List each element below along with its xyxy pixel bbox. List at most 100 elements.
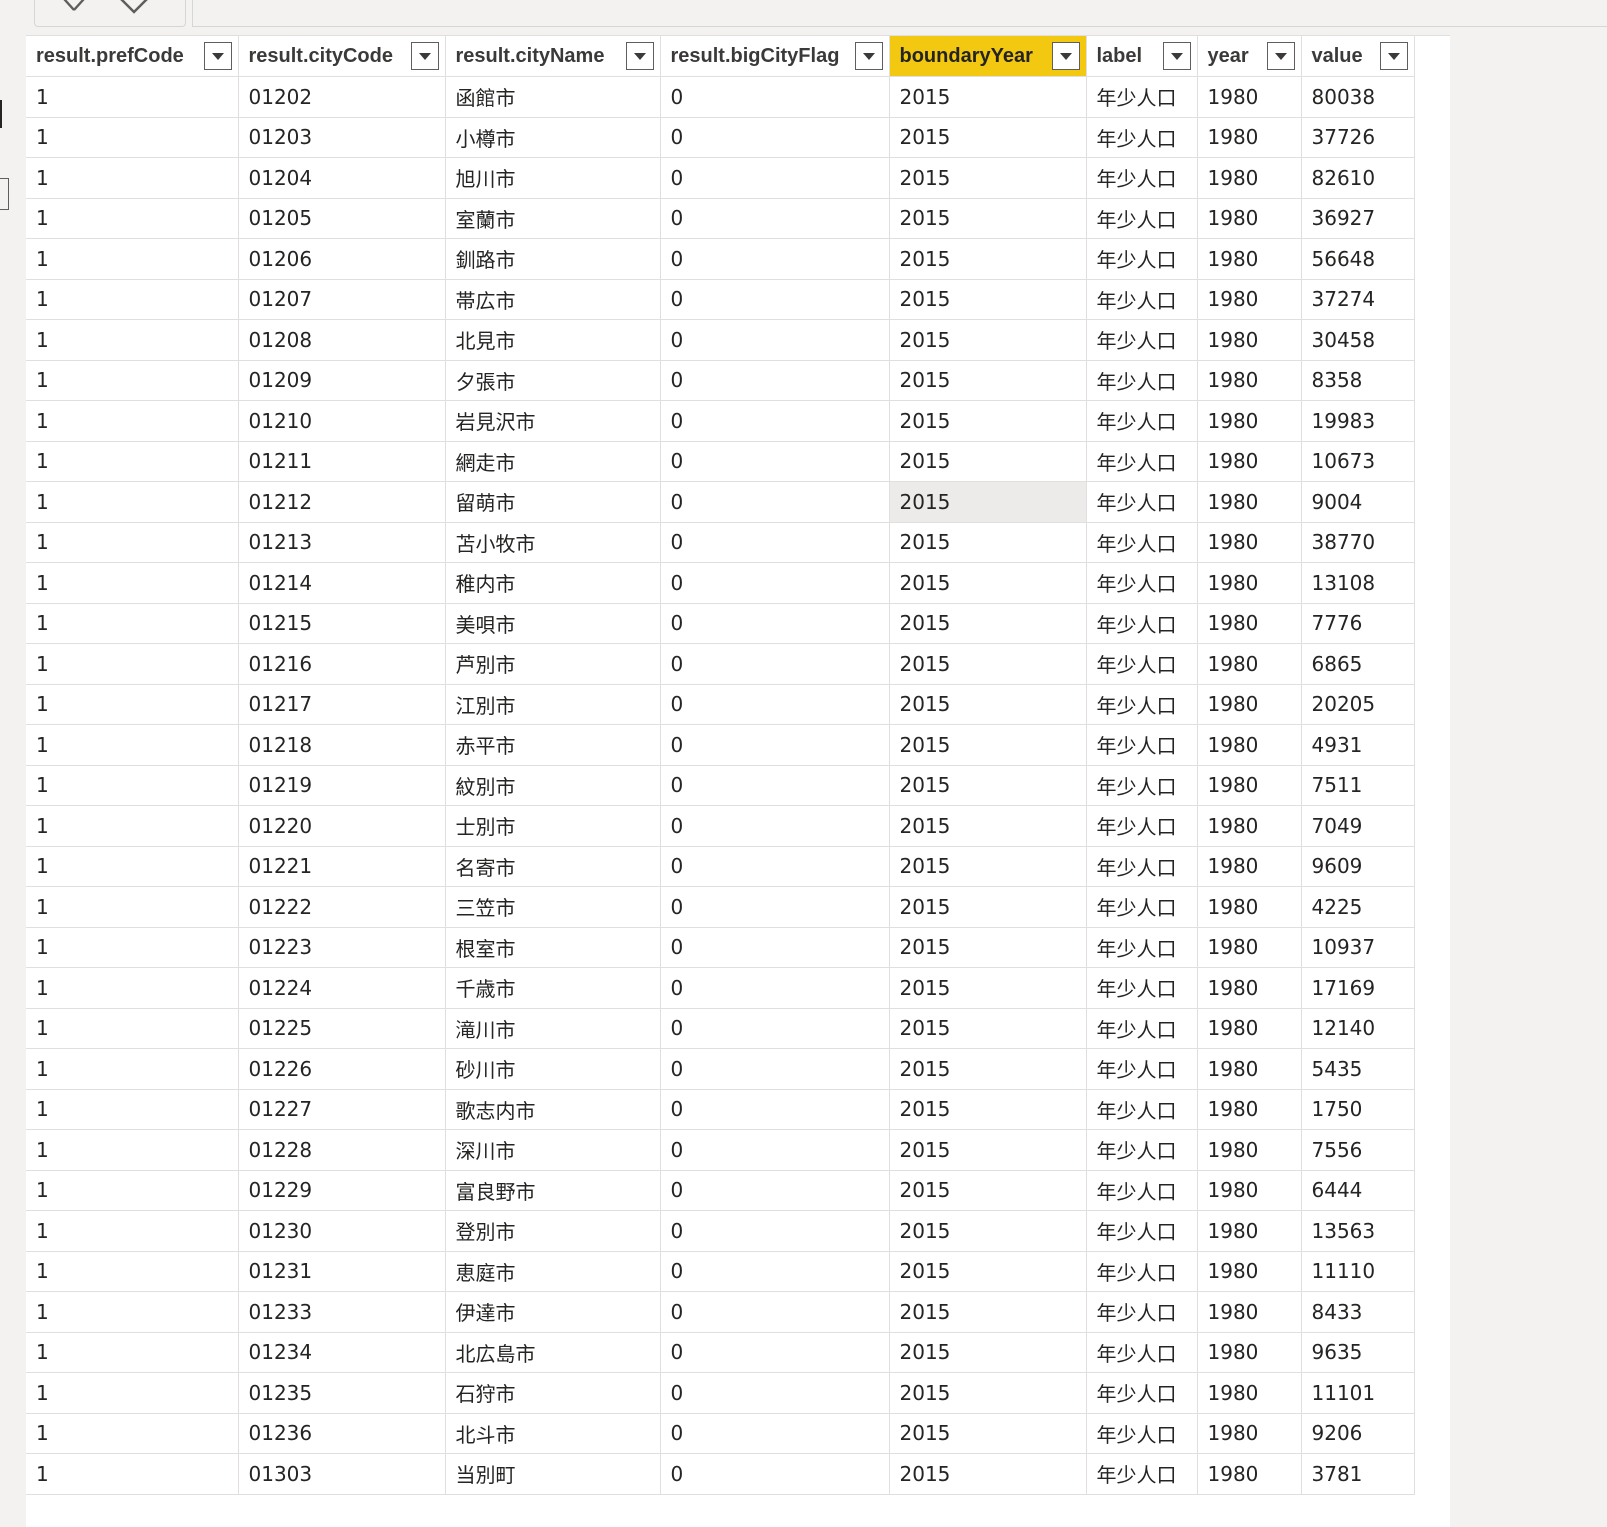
table-row[interactable]: 1 01228 深川市 0 2015 年少人口 1980 7556 [26, 1129, 1415, 1171]
table-cell[interactable]: 2015 [889, 441, 1087, 482]
table-cell[interactable]: 1 [26, 1170, 239, 1211]
table-cell[interactable]: 1 [26, 360, 239, 401]
table-cell[interactable]: 01303 [238, 1453, 446, 1495]
table-cell[interactable]: 深川市 [445, 1129, 661, 1171]
table-cell[interactable]: 1 [26, 319, 239, 361]
table-row[interactable]: 1 01231 恵庭市 0 2015 年少人口 1980 11110 [26, 1251, 1415, 1292]
table-cell[interactable]: 1980 [1197, 886, 1302, 928]
table-cell[interactable]: 1980 [1197, 1413, 1302, 1454]
table-cell[interactable]: 0 [660, 562, 890, 604]
table-cell[interactable]: 19983 [1301, 400, 1415, 442]
table-cell[interactable]: 0 [660, 724, 890, 766]
table-row[interactable]: 1 01210 岩見沢市 0 2015 年少人口 1980 19983 [26, 400, 1415, 442]
table-row[interactable]: 1 01229 富良野市 0 2015 年少人口 1980 6444 [26, 1170, 1415, 1211]
table-cell[interactable]: 1 [26, 967, 239, 1009]
table-cell[interactable]: 8433 [1301, 1291, 1415, 1333]
table-cell[interactable]: 2015 [889, 1008, 1087, 1049]
table-cell[interactable]: 年少人口 [1086, 157, 1198, 199]
table-cell[interactable]: 年少人口 [1086, 684, 1198, 725]
table-cell[interactable]: 2015 [889, 1089, 1087, 1130]
table-cell[interactable]: 1 [26, 76, 239, 118]
table-cell[interactable]: 0 [660, 1048, 890, 1090]
table-row[interactable]: 1 01220 士別市 0 2015 年少人口 1980 7049 [26, 805, 1415, 847]
table-cell[interactable]: 苫小牧市 [445, 522, 661, 563]
table-row[interactable]: 1 01207 帯広市 0 2015 年少人口 1980 37274 [26, 279, 1415, 320]
table-cell[interactable]: 2015 [889, 1170, 1087, 1211]
table-cell[interactable]: 1980 [1197, 76, 1302, 118]
table-cell[interactable]: 1980 [1197, 1251, 1302, 1292]
table-cell[interactable]: 名寄市 [445, 846, 661, 887]
table-cell[interactable]: 1980 [1197, 1129, 1302, 1171]
table-cell[interactable]: 年少人口 [1086, 724, 1198, 766]
table-cell[interactable]: 1980 [1197, 117, 1302, 158]
table-cell[interactable]: 7511 [1301, 765, 1415, 806]
table-cell[interactable]: 1 [26, 562, 239, 604]
table-cell[interactable]: 砂川市 [445, 1048, 661, 1090]
table-cell[interactable]: 01205 [238, 198, 446, 239]
table-cell[interactable]: 1980 [1197, 846, 1302, 887]
table-row[interactable]: 1 01227 歌志内市 0 2015 年少人口 1980 1750 [26, 1089, 1415, 1130]
table-cell[interactable]: 01230 [238, 1210, 446, 1252]
table-cell[interactable]: 0 [660, 967, 890, 1009]
table-cell[interactable]: 1 [26, 238, 239, 280]
table-cell[interactable]: 1 [26, 1251, 239, 1292]
table-cell[interactable]: 0 [660, 1089, 890, 1130]
table-cell[interactable]: 1980 [1197, 1089, 1302, 1130]
table-cell[interactable]: 2015 [889, 1453, 1087, 1495]
table-cell[interactable]: 士別市 [445, 805, 661, 847]
table-cell[interactable]: 01206 [238, 238, 446, 280]
table-cell[interactable]: 1 [26, 1332, 239, 1373]
table-cell[interactable]: 1 [26, 684, 239, 725]
table-cell[interactable]: 01207 [238, 279, 446, 320]
filter-dropdown-icon[interactable] [1379, 42, 1408, 70]
table-row[interactable]: 1 01209 夕張市 0 2015 年少人口 1980 8358 [26, 360, 1415, 401]
table-cell[interactable]: 1 [26, 1008, 239, 1049]
table-cell[interactable]: 37726 [1301, 117, 1415, 158]
table-cell[interactable]: 年少人口 [1086, 886, 1198, 928]
table-cell[interactable]: 13563 [1301, 1210, 1415, 1252]
column-header[interactable]: result.cityName [445, 36, 661, 77]
table-cell[interactable]: 01209 [238, 360, 446, 401]
table-cell[interactable]: 3781 [1301, 1453, 1415, 1495]
table-cell[interactable]: 01218 [238, 724, 446, 766]
table-cell[interactable]: 01203 [238, 117, 446, 158]
table-cell[interactable]: 網走市 [445, 441, 661, 482]
table-cell[interactable]: 0 [660, 319, 890, 361]
table-cell[interactable]: 01224 [238, 967, 446, 1009]
table-cell[interactable]: 函館市 [445, 76, 661, 118]
table-cell[interactable]: 2015 [889, 76, 1087, 118]
table-cell[interactable]: 01231 [238, 1251, 446, 1292]
table-cell[interactable]: 1980 [1197, 603, 1302, 644]
table-cell[interactable]: 2015 [889, 684, 1087, 725]
table-cell[interactable]: 9206 [1301, 1413, 1415, 1454]
table-row[interactable]: 1 01303 当別町 0 2015 年少人口 1980 3781 [26, 1453, 1415, 1495]
table-row[interactable]: 1 01202 函館市 0 2015 年少人口 1980 80038 [26, 76, 1415, 118]
table-cell[interactable]: 1980 [1197, 279, 1302, 320]
table-cell[interactable]: 0 [660, 805, 890, 847]
table-cell[interactable]: 01220 [238, 805, 446, 847]
table-cell[interactable]: 室蘭市 [445, 198, 661, 239]
table-cell[interactable]: 1980 [1197, 1291, 1302, 1333]
table-cell[interactable]: 9609 [1301, 846, 1415, 887]
table-cell[interactable]: 1 [26, 198, 239, 239]
table-cell[interactable]: 6865 [1301, 643, 1415, 685]
table-cell[interactable]: 0 [660, 1453, 890, 1495]
table-cell[interactable]: 0 [660, 684, 890, 725]
table-row[interactable]: 1 01212 留萌市 0 2015 年少人口 1980 9004 [26, 481, 1415, 523]
filter-dropdown-icon[interactable] [410, 42, 439, 70]
table-cell[interactable]: 2015 [889, 1372, 1087, 1414]
table-cell[interactable]: 江別市 [445, 684, 661, 725]
table-cell[interactable]: 2015 [889, 1048, 1087, 1090]
table-cell[interactable]: 小樽市 [445, 117, 661, 158]
table-row[interactable]: 1 01225 滝川市 0 2015 年少人口 1980 12140 [26, 1008, 1415, 1049]
table-cell[interactable]: 1 [26, 1089, 239, 1130]
table-cell[interactable]: 年少人口 [1086, 279, 1198, 320]
table-cell[interactable]: 登別市 [445, 1210, 661, 1252]
table-row[interactable]: 1 01218 赤平市 0 2015 年少人口 1980 4931 [26, 724, 1415, 766]
table-cell[interactable]: 13108 [1301, 562, 1415, 604]
table-cell[interactable]: 1 [26, 1453, 239, 1495]
table-cell[interactable]: 0 [660, 117, 890, 158]
table-cell[interactable]: 1980 [1197, 684, 1302, 725]
table-cell[interactable]: 2015 [889, 603, 1087, 644]
table-cell[interactable]: 4931 [1301, 724, 1415, 766]
